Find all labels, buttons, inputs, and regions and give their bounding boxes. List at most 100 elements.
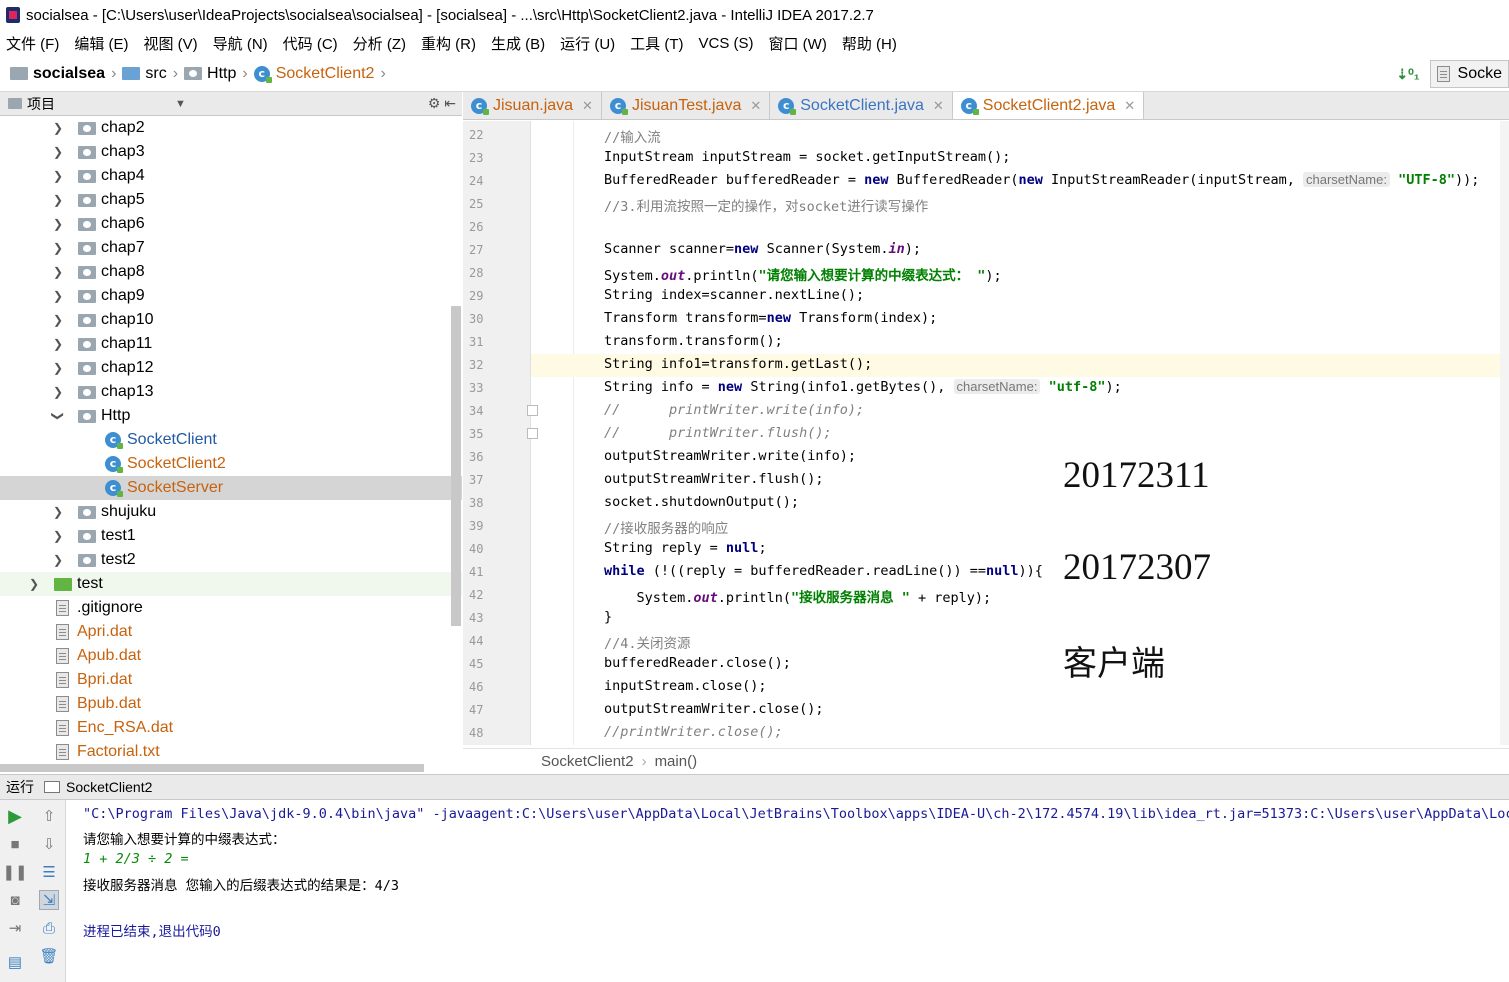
code-editor[interactable]: 22 23 24 25 26 27 28 29 30 31 32 33 34 3… [463,121,1509,745]
expand-arrow-icon[interactable]: ❯ [52,529,64,543]
tree-item-chap13[interactable]: ❯ chap13 [0,380,462,404]
menu-run[interactable]: 运行 (U) [560,33,615,54]
tree-item-chap7[interactable]: ❯ chap7 [0,236,462,260]
expand-arrow-icon[interactable]: ❯ [52,337,64,351]
rerun-icon[interactable]: ▶ [5,806,25,826]
menu-tools[interactable]: 工具 (T) [630,33,683,54]
menu-code[interactable]: 代码 (C) [283,33,338,54]
arrow-up-icon[interactable]: ⇧ [39,806,59,826]
tree-item-chap10[interactable]: ❯ chap10 [0,308,462,332]
tree-item-bpri[interactable]: Bpri.dat [0,668,462,692]
menu-vcs[interactable]: VCS (S) [699,35,754,52]
class-icon: c [253,65,272,83]
scroll-to-end-icon[interactable]: ⇲ [39,890,59,910]
fold-marker-icon[interactable] [527,428,538,439]
editor-scrollbar[interactable] [1500,121,1509,745]
tree-item-chap12[interactable]: ❯ chap12 [0,356,462,380]
close-icon[interactable]: ✕ [582,98,593,114]
expand-arrow-icon[interactable]: ❯ [52,121,64,135]
menu-analyze[interactable]: 分析 (Z) [353,33,406,54]
expand-arrow-icon[interactable]: ❯ [52,193,64,207]
tree-item-chap3[interactable]: ❯ chap3 [0,140,462,164]
tree-item-apri[interactable]: Apri.dat [0,620,462,644]
menu-file[interactable]: 文件 (F) [6,33,59,54]
console-output[interactable]: "C:\Program Files\Java\jdk-9.0.4\bin\jav… [67,800,1509,982]
tree-scrollbar[interactable] [451,306,461,626]
close-icon[interactable]: ✕ [933,98,944,114]
tree-item-chap5[interactable]: ❯ chap5 [0,188,462,212]
tab-jisuan[interactable]: c Jisuan.java ✕ [463,92,602,119]
expand-arrow-icon[interactable]: ❯ [52,313,64,327]
menu-view[interactable]: 视图 (V) [144,33,198,54]
tree-item-gitignore[interactable]: .gitignore [0,596,462,620]
breadcrumb-src[interactable]: src › [122,65,178,83]
tab-socketclient[interactable]: c SocketClient.java ✕ [770,92,953,119]
code-line: transform.transform(); [604,333,783,349]
sort-icon[interactable]: ⇣⁰₁ [1396,66,1419,83]
menu-refactor[interactable]: 重构 (R) [421,33,476,54]
expand-arrow-icon[interactable]: ❯ [52,385,64,399]
close-icon[interactable]: ✕ [750,98,761,114]
tree-item-test2[interactable]: ❯ test2 [0,548,462,572]
expand-arrow-icon[interactable]: ❯ [52,145,64,159]
expand-arrow-icon[interactable]: ❯ [52,553,64,567]
project-panel-tools[interactable]: ⚙ ⇤ [428,95,456,112]
tab-socketclient2[interactable]: c SocketClient2.java ✕ [952,92,1145,119]
expand-arrow-icon[interactable]: ❯ [52,505,64,519]
tree-item-chap9[interactable]: ❯ chap9 [0,284,462,308]
soft-wrap-icon[interactable]: ☰ [39,862,59,882]
tree-item-socketserver[interactable]: c SocketServer [0,476,462,500]
close-icon[interactable]: ✕ [1124,98,1135,114]
tree-item-chap11[interactable]: ❯ chap11 [0,332,462,356]
expand-arrow-icon[interactable]: ❯ [52,265,64,279]
layout-icon[interactable]: ▤ [5,952,25,972]
breadcrumb-class[interactable]: SocketClient2 [541,753,634,770]
tree-item-test-folder[interactable]: ❯ test [0,572,462,596]
tree-item-test1[interactable]: ❯ test1 [0,524,462,548]
expand-arrow-icon[interactable]: ❯ [52,217,64,231]
menu-navigate[interactable]: 导航 (N) [213,33,268,54]
camera-icon[interactable]: ◙ [5,890,25,910]
tree-item-chap2[interactable]: ❯ chap2 [0,116,462,140]
menu-help[interactable]: 帮助 (H) [842,33,897,54]
expand-arrow-icon[interactable]: ❯ [52,361,64,375]
stop-icon[interactable]: ■ [5,834,25,854]
run-tab[interactable]: SocketClient2 [66,779,152,795]
tree-horizontal-scrollbar[interactable] [0,764,424,772]
tree-item-chap8[interactable]: ❯ chap8 [0,260,462,284]
expand-arrow-icon[interactable]: ❯ [52,241,64,255]
menu-edit[interactable]: 编辑 (E) [74,33,128,54]
menu-build[interactable]: 生成 (B) [491,33,545,54]
expand-arrow-icon[interactable]: ❯ [52,169,64,183]
breadcrumb-package[interactable]: Http › [184,65,248,83]
expand-arrow-icon[interactable]: ❯ [28,577,40,591]
collapse-arrow-icon[interactable]: ❯ [51,410,65,422]
tree-item-socketclient[interactable]: c SocketClient [0,428,462,452]
tree-item-factorial[interactable]: Factorial.txt [0,740,462,764]
pause-icon[interactable]: ❚❚ [2,862,27,882]
tree-item-socketclient2[interactable]: c SocketClient2 [0,452,462,476]
menu-window[interactable]: 窗口 (W) [769,33,827,54]
breadcrumb-file[interactable]: c SocketClient2 › [253,65,386,83]
breadcrumb-project[interactable]: socialsea › [10,65,116,83]
expand-arrow-icon[interactable]: ❯ [52,289,64,303]
code-line: //输入流 [604,130,661,146]
arrow-down-icon[interactable]: ⇩ [39,834,59,854]
tree-item-apub[interactable]: Apub.dat [0,644,462,668]
tree-item-chap4[interactable]: ❯ chap4 [0,164,462,188]
breadcrumb-method[interactable]: main() [655,753,698,770]
tree-item-shujuku[interactable]: ❯ shujuku [0,500,462,524]
tree-item-bpub[interactable]: Bpub.dat [0,692,462,716]
tree-item-chap6[interactable]: ❯ chap6 [0,212,462,236]
dropdown-arrow-icon[interactable]: ▼ [175,98,186,110]
project-view-selector[interactable]: 项目 [27,94,55,114]
print-icon[interactable]: ⎙ [39,918,59,938]
tree-item-enc-rsa[interactable]: Enc_RSA.dat [0,716,462,740]
exit-icon[interactable]: ⇥ [5,918,25,938]
run-config-selector[interactable]: Socke [1429,60,1509,88]
tab-jisuantest[interactable]: c JisuanTest.java ✕ [602,92,771,119]
code-line: outputStreamWriter.close(); [604,701,824,717]
fold-marker-icon[interactable] [527,405,538,416]
tree-item-http[interactable]: ❯ Http [0,404,462,428]
trash-icon[interactable]: 🗑 [39,946,59,966]
